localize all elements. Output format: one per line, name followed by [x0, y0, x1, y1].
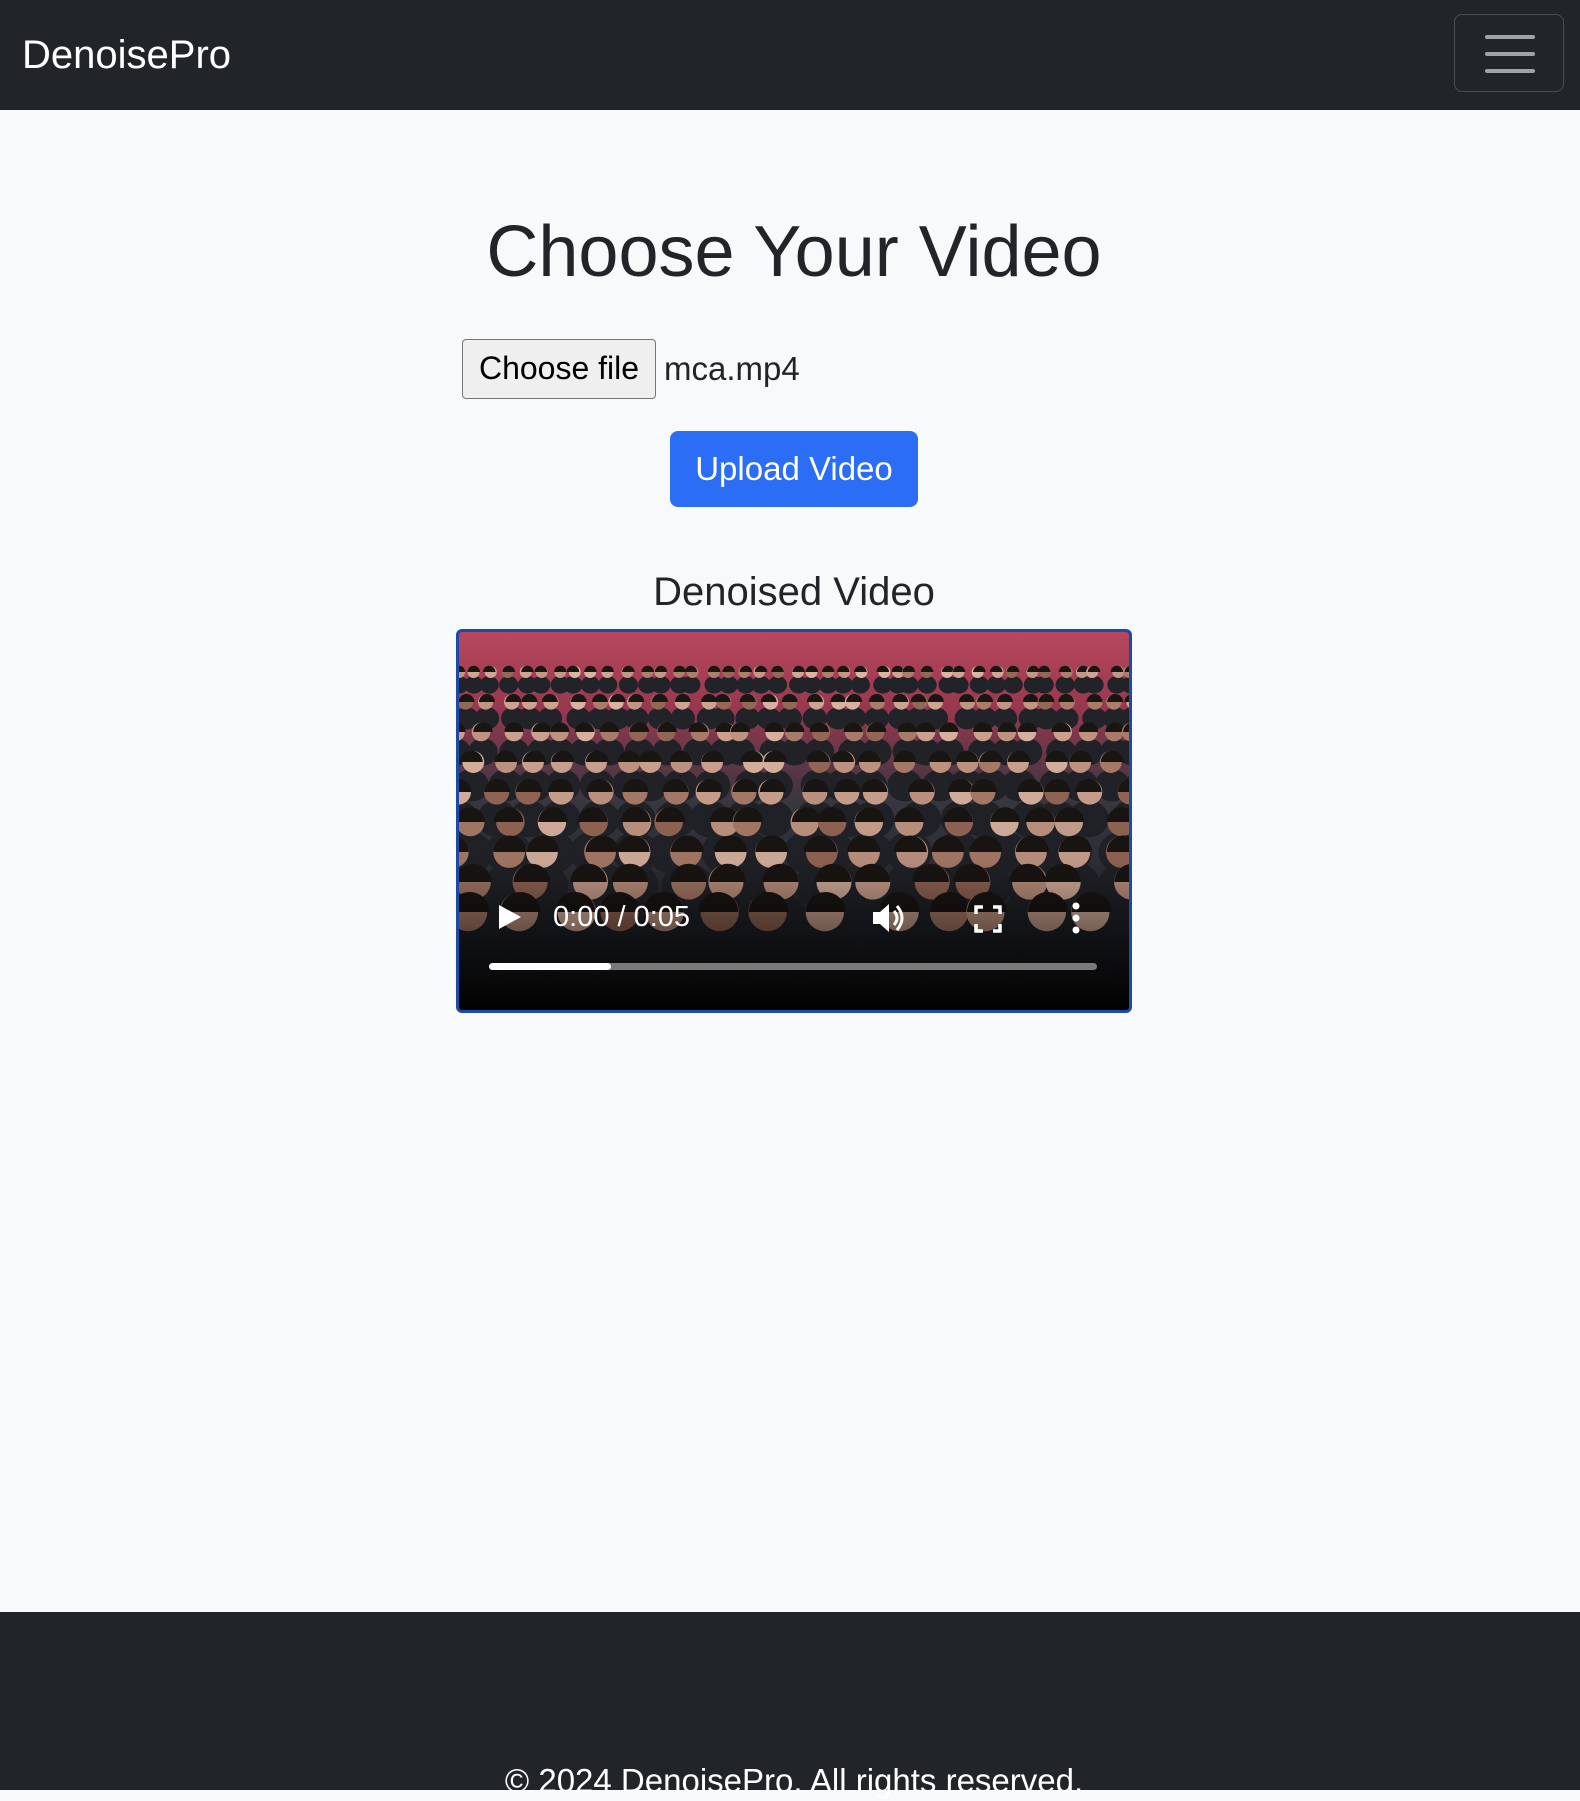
fullscreen-icon[interactable] — [973, 904, 1003, 934]
choose-file-button[interactable]: Choose file — [462, 339, 656, 399]
denoised-video-heading: Denoised Video — [653, 570, 935, 614]
upload-video-button[interactable]: Upload Video — [670, 431, 918, 507]
brand-link[interactable]: DenoisePro — [22, 30, 231, 80]
video-time-display: 0:00 / 0:05 — [553, 901, 691, 933]
play-icon[interactable] — [495, 901, 525, 933]
video-progress-fill — [489, 963, 611, 970]
footer: © 2024 DenoisePro. All rights reserved. — [0, 1612, 1580, 1799]
navbar-toggler-button[interactable] — [1454, 14, 1564, 92]
selected-file-name: mca.mp4 — [664, 350, 800, 387]
video-player[interactable]: 0:00 / 0:05 — [456, 629, 1132, 1013]
navbar: DenoisePro — [0, 0, 1580, 110]
video-frame-image — [459, 632, 1129, 1010]
volume-icon[interactable] — [869, 898, 909, 938]
page-title: Choose Your Video — [486, 212, 1102, 292]
video-progress-bar[interactable] — [489, 963, 1097, 970]
footer-copyright: © 2024 DenoisePro. All rights reserved. — [504, 1762, 1084, 1799]
more-options-icon[interactable] — [1069, 900, 1083, 936]
